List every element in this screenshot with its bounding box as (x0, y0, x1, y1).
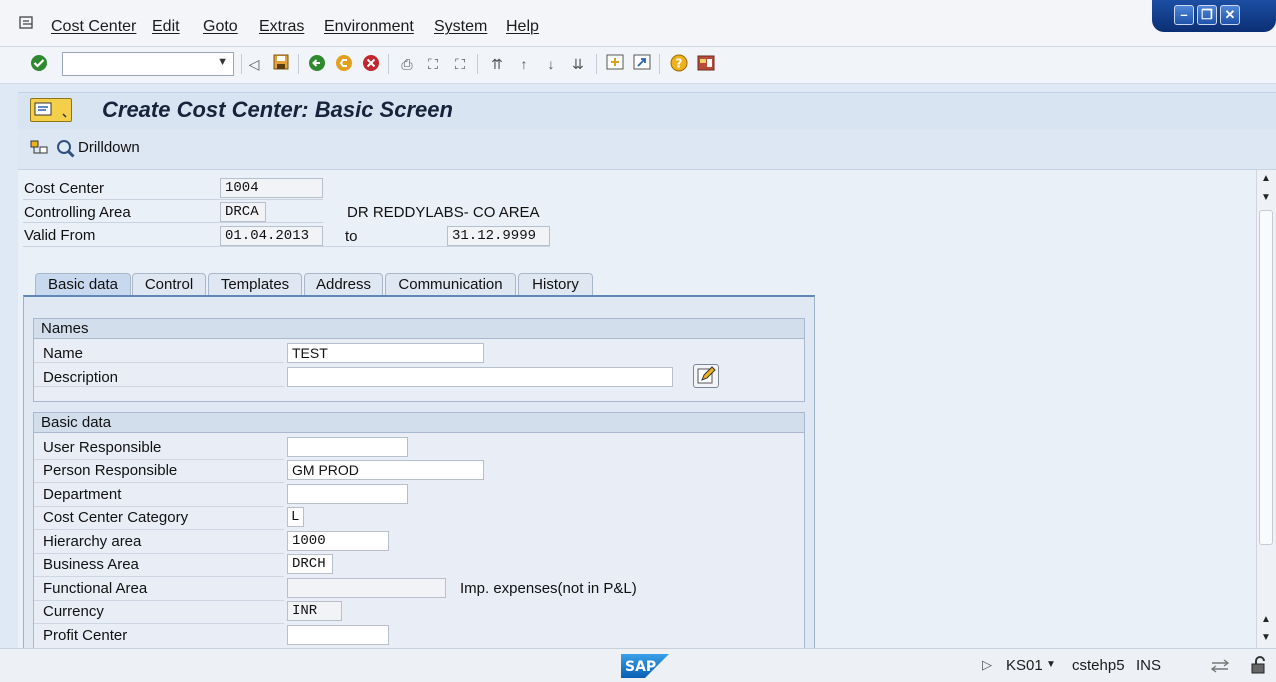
tab-address[interactable]: Address (304, 273, 383, 295)
scrollbar-thumb[interactable] (1259, 210, 1273, 545)
system-menu-icon[interactable] (19, 16, 35, 30)
page-title: Create Cost Center: Basic Screen (102, 97, 453, 122)
functional-area-field[interactable] (287, 578, 446, 598)
cancel-icon[interactable] (360, 53, 382, 75)
menu-goto[interactable]: Goto (203, 18, 238, 36)
scroll-down-small-icon[interactable]: ▼ (1261, 192, 1271, 203)
cost-center-label: Cost Center (24, 180, 105, 197)
tab-communication[interactable]: Communication (385, 273, 516, 295)
name-label: Name (43, 345, 84, 362)
valid-from-label: Valid From (24, 227, 96, 244)
menu-help[interactable]: Help (506, 18, 539, 36)
create-session-icon[interactable] (604, 53, 626, 75)
server-name: cstehp5 (1072, 657, 1125, 674)
cost-center-category-field[interactable]: L (287, 507, 304, 527)
help-icon[interactable]: ? (668, 53, 690, 75)
status-connection-icon[interactable] (1210, 658, 1232, 674)
description-field[interactable] (287, 367, 673, 387)
last-page-icon[interactable]: ⇊ (567, 53, 589, 75)
business-area-label: Business Area (43, 556, 139, 573)
department-field[interactable] (287, 484, 408, 504)
currency-label: Currency (43, 603, 104, 620)
cost-center-field[interactable]: 1004 (220, 178, 323, 198)
business-area-field[interactable]: DRCH (287, 554, 333, 574)
name-field[interactable]: TEST (287, 343, 484, 363)
chevron-down-icon[interactable]: ▼ (1046, 659, 1056, 670)
lock-icon[interactable] (1249, 655, 1269, 675)
command-field[interactable]: ▼ (62, 52, 234, 76)
command-collapse-icon[interactable]: ◁ (243, 53, 265, 75)
functional-area-label: Functional Area (43, 580, 148, 597)
profit-center-field[interactable] (287, 625, 389, 645)
scroll-up-icon[interactable]: ▲ (1261, 173, 1271, 184)
tab-basic-data[interactable]: Basic data (35, 273, 131, 295)
shortcut-icon[interactable] (631, 53, 653, 75)
exit-icon[interactable] (333, 53, 355, 75)
layout-menu-icon[interactable] (695, 53, 717, 75)
save-icon[interactable] (270, 53, 292, 75)
find-next-icon[interactable]: ⛶ (449, 53, 471, 75)
minimize-icon[interactable]: – (1174, 5, 1194, 25)
scroll-up-bottom-icon[interactable]: ▲ (1261, 614, 1271, 625)
hierarchy-area-field[interactable]: 1000 (287, 531, 389, 551)
enter-checkmark-icon[interactable] (28, 53, 50, 75)
status-bar: SAP ▷ KS01 ▼ cstehp5 INS (0, 648, 1276, 682)
user-responsible-field[interactable] (287, 437, 408, 457)
scroll-down-icon[interactable]: ▼ (1261, 632, 1271, 643)
functional-area-text: Imp. expenses(not in P&L) (460, 580, 637, 597)
menu-cost-center[interactable]: Cost Center (51, 18, 136, 36)
hierarchy-icon[interactable] (30, 139, 48, 157)
transaction-code: KS01 (1006, 657, 1043, 674)
svg-text:?: ? (676, 57, 683, 71)
first-page-icon[interactable]: ⇈ (486, 53, 508, 75)
cost-center-category-label: Cost Center Category (43, 509, 189, 526)
profit-center-label: Profit Center (43, 627, 128, 644)
menu-extras[interactable]: Extras (259, 18, 304, 36)
print-icon[interactable]: ⎙ (396, 53, 418, 75)
drilldown-label: Drilldown (78, 139, 140, 156)
tab-history[interactable]: History (518, 273, 593, 295)
application-toolbar: Drilldown (18, 129, 1276, 170)
description-label: Description (43, 369, 119, 386)
next-page-icon[interactable]: ↓ (540, 53, 562, 75)
chevron-down-icon[interactable]: ▼ (217, 56, 228, 68)
user-responsible-label: User Responsible (43, 439, 162, 456)
edit-text-icon[interactable] (693, 364, 719, 388)
controlling-area-field[interactable]: DRCA (220, 202, 266, 222)
screen-icon (30, 98, 72, 122)
names-group-title: Names (34, 319, 804, 339)
controlling-area-text: DR REDDYLABS- CO AREA (347, 204, 540, 221)
tab-control[interactable]: Control (132, 273, 206, 295)
menu-environment[interactable]: Environment (324, 18, 414, 36)
currency-field[interactable]: INR (287, 601, 342, 621)
find-icon[interactable]: ⛶ (422, 53, 444, 75)
maximize-icon[interactable]: ❐ (1197, 5, 1217, 25)
basic-data-group-title: Basic data (34, 413, 804, 433)
input-mode: INS (1136, 657, 1162, 674)
previous-page-icon[interactable]: ↑ (513, 53, 535, 75)
controlling-area-label: Controlling Area (24, 204, 131, 221)
person-responsible-field[interactable]: GM PROD (287, 460, 484, 480)
svg-text:SAP: SAP (625, 659, 656, 675)
menu-bar: Cost Center Edit Goto Extras Environment… (0, 0, 1276, 47)
window-controls: – ❐ ✕ (1152, 0, 1276, 32)
tab-templates[interactable]: Templates (208, 273, 302, 295)
valid-from-field[interactable]: 01.04.2013 (220, 226, 323, 246)
hierarchy-area-label: Hierarchy area (43, 533, 142, 550)
status-expand-icon[interactable]: ▷ (982, 657, 992, 673)
standard-toolbar: ▼ ◁ ⎙ ⛶ ⛶ ⇈ ↑ ↓ ⇊ ? (0, 47, 1276, 84)
valid-to-label: to (345, 228, 358, 245)
magnifier-icon (56, 139, 76, 159)
sap-logo: SAP (621, 654, 669, 678)
menu-system[interactable]: System (434, 18, 487, 36)
close-icon[interactable]: ✕ (1220, 5, 1240, 25)
person-responsible-label: Person Responsible (43, 462, 178, 479)
menu-edit[interactable]: Edit (152, 18, 180, 36)
valid-to-field[interactable]: 31.12.9999 (447, 226, 550, 246)
department-label: Department (43, 486, 122, 503)
back-icon[interactable] (306, 53, 328, 75)
